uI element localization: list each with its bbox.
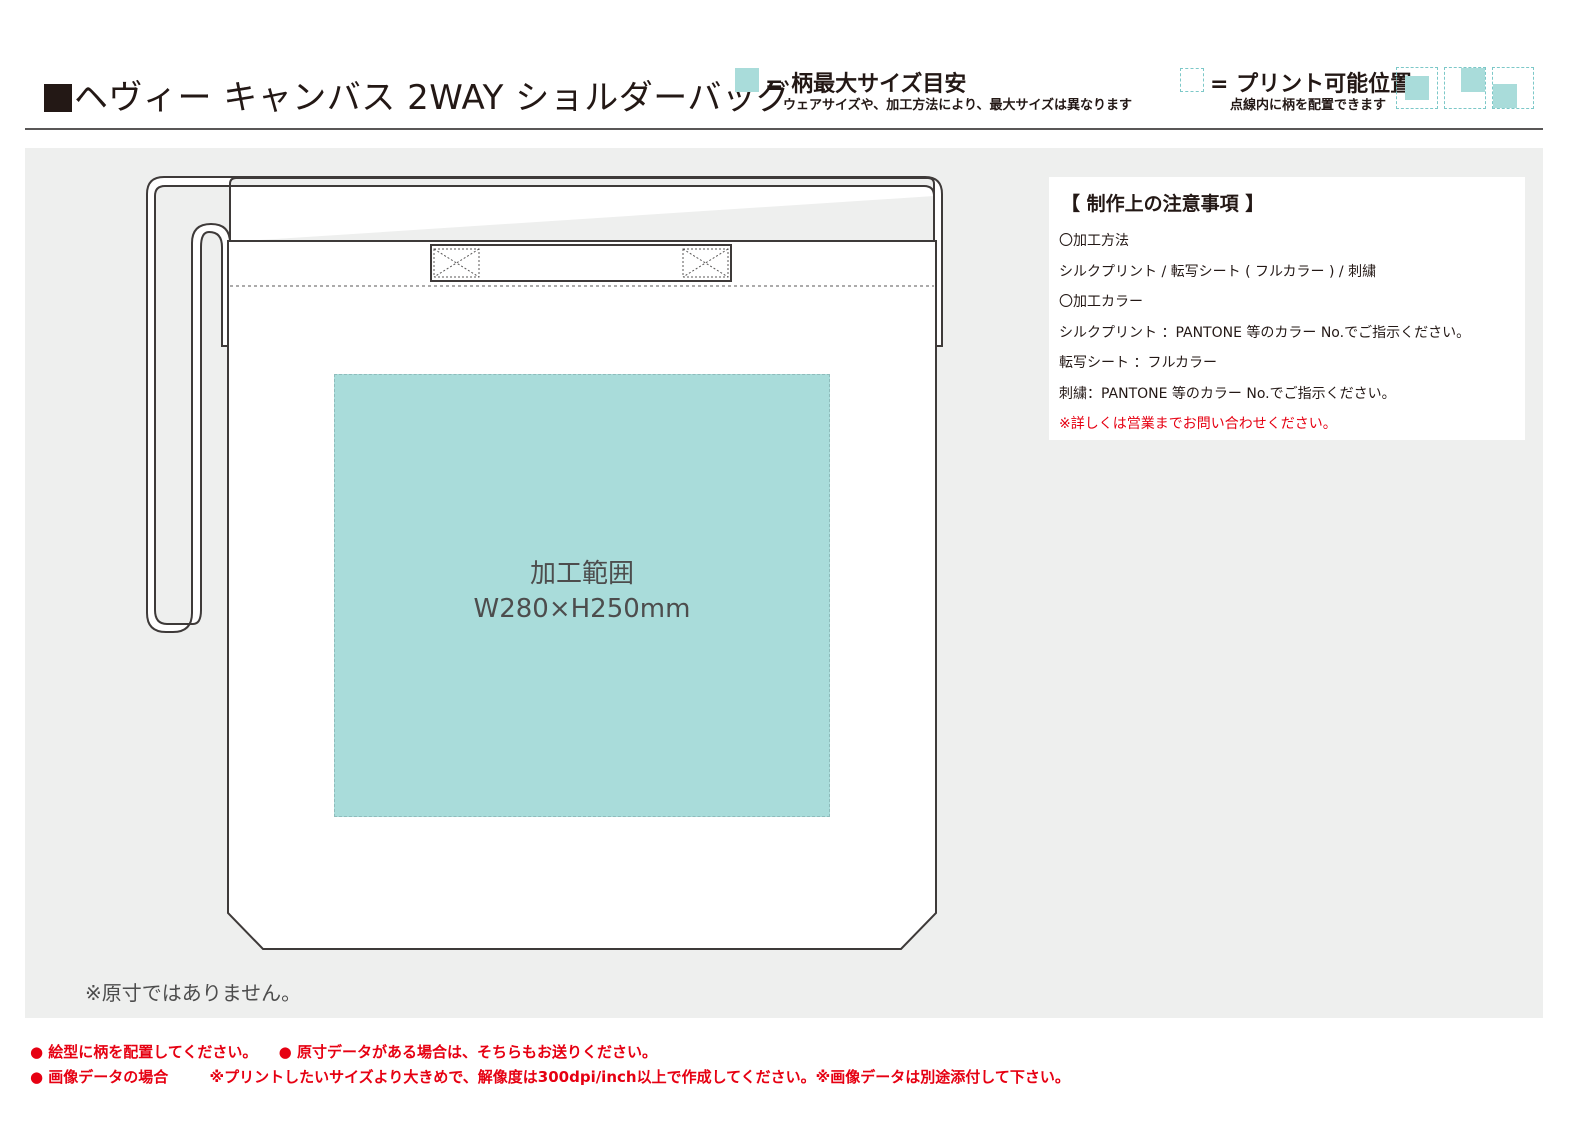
footer-note-place-design: ● 絵型に柄を配置してください。 xyxy=(30,1043,258,1061)
legend-print-note: 点線内に柄を配置できます xyxy=(1230,98,1387,113)
footer-note-resolution: ※プリントしたいサイズより大きめで、解像度は300dpi/inch以上で作成して… xyxy=(209,1068,1070,1086)
footer-row-1: ● 絵型に柄を配置してください。 ● 原寸データがある場合は、そちらもお送りくだ… xyxy=(30,1041,657,1062)
placement-sample-bottom-right-icon xyxy=(1492,67,1534,109)
placement-sample-center-icon xyxy=(1396,67,1438,109)
notes-line: シルクプリント / 転写シート ( フルカラー ) / 刺繍 xyxy=(1059,263,1377,280)
notes-heading: 【 制作上の注意事項 】 xyxy=(1061,193,1265,215)
printable-swatch-icon xyxy=(1180,68,1204,92)
notes-line: 〇加工カラー xyxy=(1059,294,1143,310)
legend-max-size: = 柄最大サイズ目安 ウェアサイズや、加工方法により、最大サイズは異なります xyxy=(735,66,1155,113)
print-area-title: 加工範囲 xyxy=(529,559,634,589)
footer-note-image-data: ● 画像データの場合 xyxy=(30,1068,169,1086)
placement-sample-top-icon xyxy=(1444,67,1486,109)
print-area-label: 加工範囲 W280×H250mm xyxy=(335,557,829,627)
legend-printable-position: = プリント可能位置 点線内に柄を配置できます xyxy=(1180,66,1412,113)
page-title-text: ヘヴィー キャンバス 2WAY ショルダーバッグ xyxy=(74,78,791,118)
notes-line: 転写シート ：フルカラー xyxy=(1059,355,1218,371)
production-notes-box: 【 制作上の注意事項 】 〇加工方法 シルクプリント / 転写シート ( フルカ… xyxy=(1049,177,1525,440)
print-area: 加工範囲 W280×H250mm xyxy=(334,374,830,817)
footer-row-2: ● 画像データの場合 ※プリントしたいサイズより大きめで、解像度は300dpi/… xyxy=(30,1066,1070,1087)
notes-line: 刺繍：PANTONE 等のカラー No.でご指示ください。 xyxy=(1059,385,1396,402)
scale-disclaimer: ※原寸ではありません。 xyxy=(85,981,302,1005)
notes-line: 〇加工方法 xyxy=(1059,233,1129,249)
legend-max-note: ウェアサイズや、加工方法により、最大サイズは異なります xyxy=(783,98,1133,113)
header-divider xyxy=(25,128,1543,130)
max-size-swatch-icon xyxy=(735,68,759,92)
notes-warning: ※詳しくは営業までお問い合わせください。 xyxy=(1059,416,1337,432)
notes-line: シルクプリント ：PANTONE 等のカラー No.でご指示ください。 xyxy=(1059,324,1471,341)
page-title: ヘヴィー キャンバス 2WAY ショルダーバッグ xyxy=(44,70,791,119)
title-square-icon xyxy=(44,84,72,112)
footer-note-original-data: ● 原寸データがある場合は、そちらもお送りください。 xyxy=(278,1043,657,1061)
print-area-size: W280×H250mm xyxy=(473,594,691,624)
